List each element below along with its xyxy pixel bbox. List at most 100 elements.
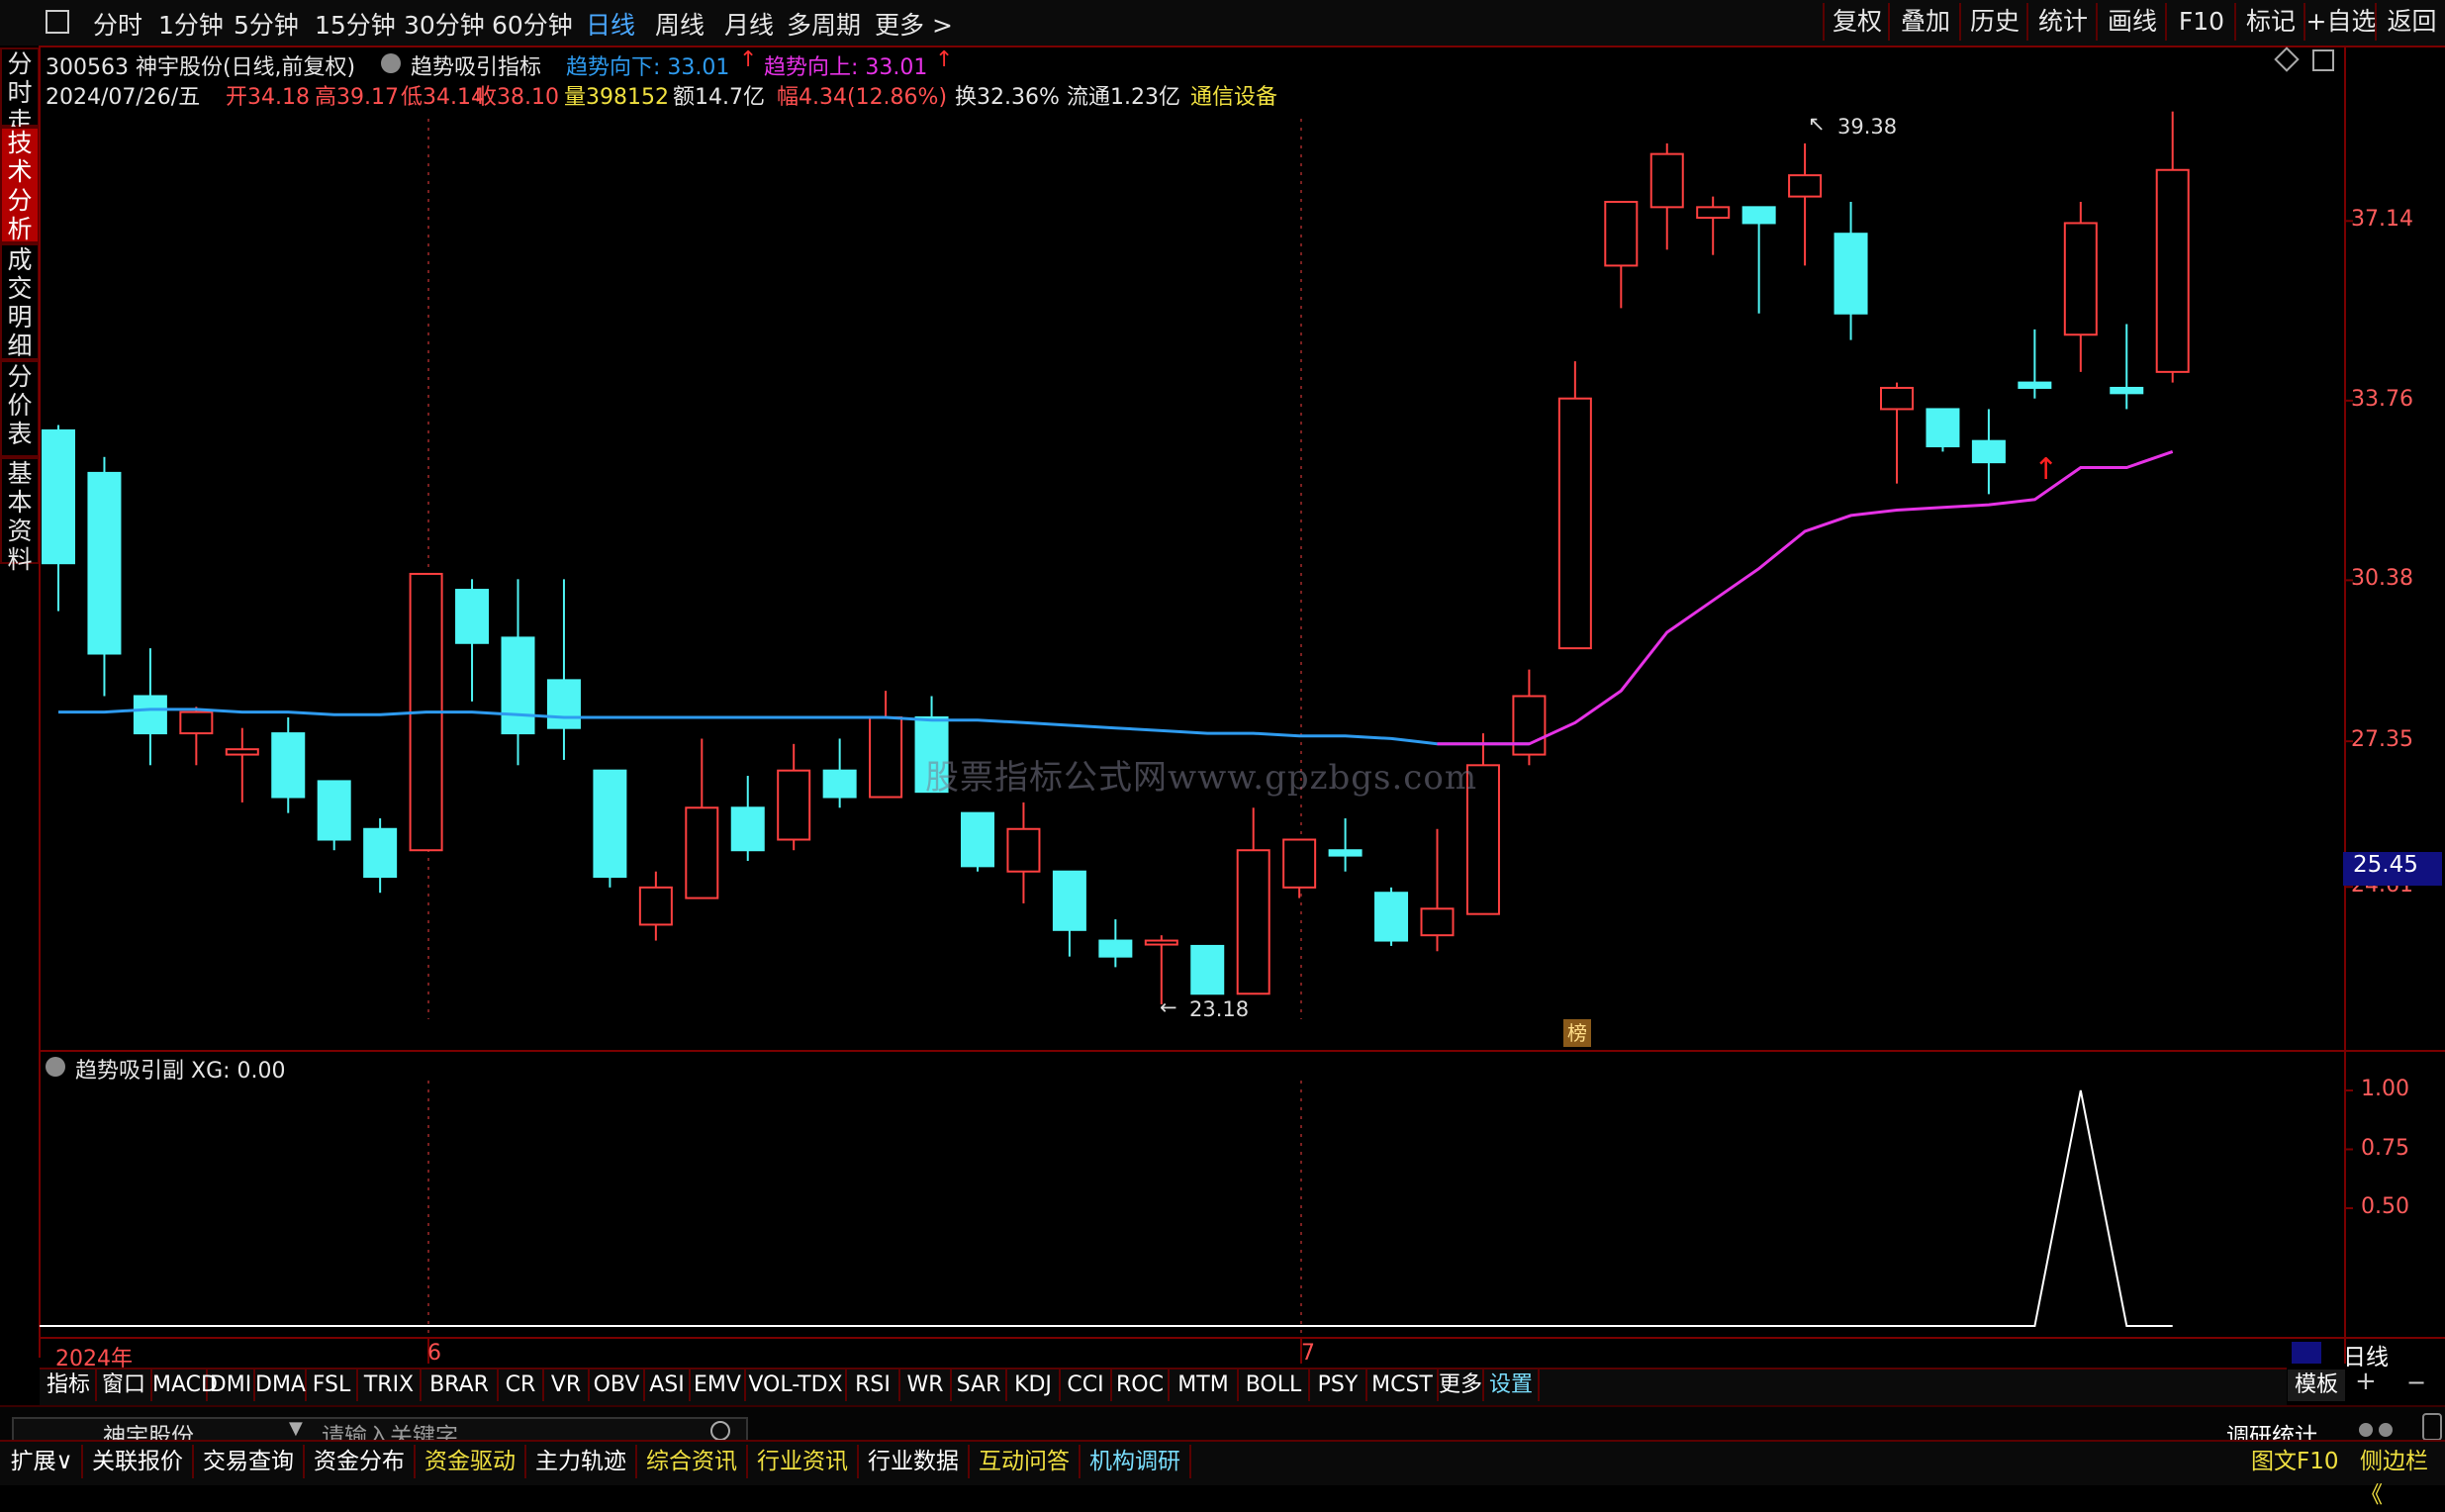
candle-15[interactable] bbox=[730, 776, 765, 861]
indicator-tab-3[interactable]: DMI bbox=[208, 1370, 255, 1401]
add-icon[interactable]: + bbox=[2355, 1367, 2377, 1396]
candle-20[interactable] bbox=[961, 811, 994, 872]
candle-12[interactable] bbox=[593, 769, 627, 888]
candle-44[interactable] bbox=[2063, 201, 2098, 372]
indicator-tab-0[interactable]: 指标 bbox=[42, 1370, 97, 1401]
bottom-item-7[interactable]: 行业资讯 bbox=[748, 1445, 859, 1478]
candle-40[interactable] bbox=[1880, 382, 1914, 484]
indicator-tab-25[interactable]: 设置 bbox=[1484, 1370, 1540, 1401]
candle-17[interactable] bbox=[822, 738, 857, 808]
candle-11[interactable] bbox=[546, 579, 581, 760]
candle-7[interactable] bbox=[363, 818, 398, 894]
indicator-tab-22[interactable]: PSY bbox=[1310, 1370, 1367, 1401]
circle-icon[interactable] bbox=[2379, 1423, 2393, 1437]
bottom-item-0[interactable]: 扩展∨ bbox=[2, 1445, 83, 1478]
candle-26[interactable] bbox=[1236, 807, 1270, 995]
candle-2[interactable] bbox=[133, 648, 167, 766]
bottom-item-4[interactable]: 资金驱动 bbox=[416, 1445, 526, 1478]
candle-34[interactable] bbox=[1604, 200, 1639, 309]
indicator-tab-11[interactable]: ASI bbox=[645, 1370, 691, 1401]
template-button[interactable]: 模板 bbox=[2288, 1370, 2345, 1401]
indicator-tab-4[interactable]: DMA bbox=[255, 1370, 307, 1401]
indicator-tab-16[interactable]: SAR bbox=[952, 1370, 1007, 1401]
candle-30[interactable] bbox=[1420, 828, 1455, 952]
candle-3[interactable] bbox=[179, 707, 214, 766]
candle-39[interactable] bbox=[1834, 201, 1868, 340]
candle-21[interactable] bbox=[1006, 802, 1041, 903]
candle-0[interactable] bbox=[42, 425, 75, 612]
candle-28[interactable] bbox=[1328, 818, 1363, 872]
bottom-item-6[interactable]: 综合资讯 bbox=[637, 1445, 748, 1478]
candle-36[interactable] bbox=[1696, 196, 1731, 255]
sidebar-toggle[interactable]: 侧边栏《 bbox=[2360, 1445, 2445, 1508]
indicator-tab-7[interactable]: BRAR bbox=[422, 1370, 499, 1401]
candle-14[interactable] bbox=[685, 738, 719, 899]
candle-10[interactable] bbox=[501, 579, 535, 766]
candle-27[interactable] bbox=[1282, 838, 1317, 898]
indicator-tab-13[interactable]: VOL-TDX bbox=[746, 1370, 847, 1401]
indicator-tab-8[interactable]: CR bbox=[499, 1370, 544, 1401]
indicator-tab-9[interactable]: VR bbox=[544, 1370, 590, 1401]
indicator-tab-6[interactable]: TRIX bbox=[358, 1370, 422, 1401]
f10-link[interactable]: 图文F10 bbox=[2251, 1445, 2339, 1478]
candle-13[interactable] bbox=[638, 871, 673, 941]
candle-body bbox=[1098, 939, 1133, 958]
indicator-tab-5[interactable]: FSL bbox=[307, 1370, 358, 1401]
dropdown-icon[interactable]: ▼ bbox=[289, 1418, 303, 1439]
indicator-tab-14[interactable]: RSI bbox=[847, 1370, 900, 1401]
settings-icon[interactable] bbox=[2422, 1413, 2442, 1441]
signal-arrow-icon: ↑ bbox=[2033, 452, 2059, 487]
search-icon[interactable] bbox=[710, 1421, 730, 1441]
indicator-tab-24[interactable]: 更多 bbox=[1439, 1370, 1484, 1401]
scroll-indicator[interactable] bbox=[2292, 1342, 2321, 1364]
candle-23[interactable] bbox=[1098, 919, 1133, 968]
candle-24[interactable] bbox=[1144, 935, 1178, 1004]
indicator-tab-2[interactable]: MACD bbox=[152, 1370, 218, 1401]
candle-22[interactable] bbox=[1052, 870, 1086, 957]
indicator-tab-10[interactable]: OBV bbox=[590, 1370, 645, 1401]
sub-indicator-dropdown-icon[interactable] bbox=[46, 1057, 65, 1077]
bottom-item-9[interactable]: 互动问答 bbox=[970, 1445, 1081, 1478]
indicator-tab-19[interactable]: ROC bbox=[1112, 1370, 1170, 1401]
bottom-item-3[interactable]: 资金分布 bbox=[305, 1445, 416, 1478]
bottom-item-1[interactable]: 关联报价 bbox=[83, 1445, 194, 1478]
indicator-tab-18[interactable]: CCI bbox=[1061, 1370, 1112, 1401]
candle-1[interactable] bbox=[87, 456, 122, 697]
bottom-item-5[interactable]: 主力轨迹 bbox=[526, 1445, 637, 1478]
candle-46[interactable] bbox=[2155, 111, 2190, 383]
candle-25[interactable] bbox=[1190, 944, 1225, 995]
circle-icon[interactable] bbox=[2359, 1423, 2373, 1437]
candle-41[interactable] bbox=[1926, 408, 1960, 452]
candle-45[interactable] bbox=[2110, 324, 2144, 410]
candle-32[interactable] bbox=[1512, 669, 1547, 766]
indicator-tab-1[interactable]: 窗口 bbox=[97, 1370, 152, 1401]
rank-badge[interactable]: 榜 bbox=[1563, 1019, 1591, 1047]
candle-37[interactable] bbox=[1741, 206, 1776, 314]
indicator-tab-15[interactable]: WR bbox=[900, 1370, 952, 1401]
minus-icon[interactable]: − bbox=[2406, 1369, 2426, 1396]
candle-35[interactable] bbox=[1649, 142, 1684, 250]
candle-5[interactable] bbox=[271, 716, 306, 813]
candle-6[interactable] bbox=[317, 780, 351, 851]
candle-33[interactable] bbox=[1557, 361, 1592, 650]
candle-4[interactable] bbox=[225, 727, 259, 803]
candle-42[interactable] bbox=[1971, 409, 2006, 495]
indicator-tab-12[interactable]: EMV bbox=[691, 1370, 746, 1401]
bottom-item-2[interactable]: 交易查询 bbox=[194, 1445, 305, 1478]
bottom-item-10[interactable]: 机构调研 bbox=[1081, 1445, 1191, 1478]
candle-43[interactable] bbox=[2018, 329, 2052, 399]
candle-body bbox=[1926, 408, 1960, 448]
kline-chart[interactable] bbox=[0, 0, 2445, 1366]
indicator-tab-23[interactable]: MCST bbox=[1367, 1370, 1439, 1401]
candle-38[interactable] bbox=[1788, 142, 1823, 266]
indicator-tab-17[interactable]: KDJ bbox=[1007, 1370, 1061, 1401]
candle-29[interactable] bbox=[1374, 887, 1409, 946]
bottom-item-8[interactable]: 行业数据 bbox=[859, 1445, 970, 1478]
candle-18[interactable] bbox=[869, 691, 903, 799]
indicator-tab-20[interactable]: MTM bbox=[1170, 1370, 1239, 1401]
candle-body bbox=[2063, 222, 2098, 336]
candle-9[interactable] bbox=[455, 579, 490, 702]
candle-16[interactable] bbox=[777, 743, 811, 851]
candle-body bbox=[2110, 386, 2144, 395]
indicator-tab-21[interactable]: BOLL bbox=[1239, 1370, 1310, 1401]
